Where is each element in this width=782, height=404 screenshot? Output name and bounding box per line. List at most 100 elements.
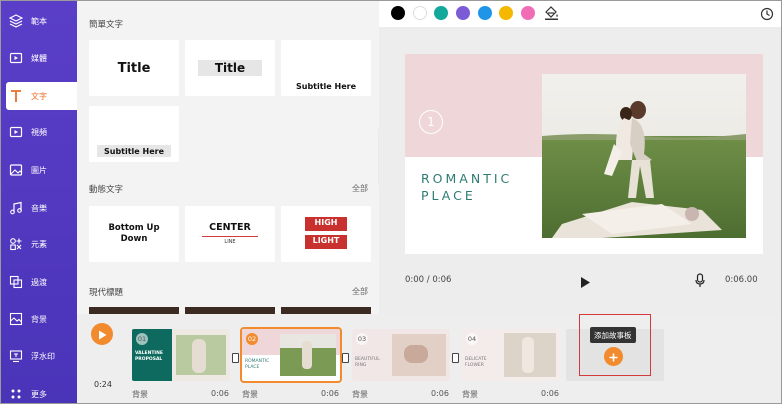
see-all-modern-link[interactable]: 全部	[352, 286, 368, 297]
tile-text: Title	[214, 61, 246, 75]
headline-line: ROMANTIC	[421, 171, 513, 186]
sidebar-item-transitions[interactable]: 過渡	[1, 268, 77, 296]
microphone-icon[interactable]	[695, 273, 705, 292]
modern-tile-preview[interactable]	[185, 307, 275, 314]
text-tile-title-boxed[interactable]: Title	[185, 40, 275, 96]
current-time: 0:00 / 0:06	[405, 275, 452, 285]
clip-duration: 0:06	[321, 389, 339, 398]
sidebar-item-label: 背景	[31, 314, 47, 324]
elements-icon	[5, 237, 27, 251]
anim-tile-highlight[interactable]: HIGH LIGHT	[281, 206, 371, 262]
clip-caption: BEAUTIFUL RING	[355, 357, 380, 368]
plus-icon	[609, 348, 618, 366]
highlight-box	[579, 314, 651, 376]
sidebar-item-elements[interactable]: 元素	[1, 230, 77, 258]
transition-icon	[5, 275, 27, 289]
headline-line: PLACE	[421, 188, 476, 203]
sidebar-item-label: 浮水印	[31, 351, 55, 361]
slide-headline[interactable]: ROMANTIC PLACE	[421, 170, 512, 204]
clip-number: 02	[246, 333, 258, 345]
text-tile-title[interactable]: Title	[89, 40, 179, 96]
preview-stage: 1 ROMANTIC PLACE 0:00 / 0:06 0:06.00	[379, 27, 781, 314]
sidebar-item-label: 元素	[31, 239, 47, 249]
music-note-icon	[5, 201, 27, 215]
slide-canvas[interactable]: 1 ROMANTIC PLACE	[405, 54, 763, 254]
couple-photo[interactable]	[542, 74, 746, 238]
sidebar-item-templates[interactable]: 範本	[1, 7, 77, 35]
see-all-animated-link[interactable]: 全部	[352, 183, 368, 194]
sidebar-item-label: 文字	[31, 91, 47, 101]
watermark-icon	[5, 349, 27, 363]
video-play-icon	[5, 125, 27, 139]
sidebar-item-music[interactable]: 音樂	[1, 194, 77, 222]
text-tile-subtitle-boxed[interactable]: Subtitle Here	[89, 106, 179, 162]
animated-text-heading: 動態文字	[89, 185, 124, 195]
play-icon	[98, 325, 107, 344]
color-swatch-blue[interactable]	[478, 6, 492, 20]
tile-text: Bottom Up Down	[108, 223, 160, 244]
sidebar: 範本 媒體 文字 視頻 圖片 音樂 元素 過渡 背景 浮水印 更多	[1, 1, 77, 403]
sidebar-item-watermark[interactable]: 浮水印	[1, 342, 77, 370]
storyboard-clip-4[interactable]: DELICATE FLOWER 04	[462, 329, 560, 381]
clip-label: 背景	[132, 390, 148, 399]
clip-caption: DELICATE FLOWER	[465, 357, 487, 368]
play-icon[interactable]	[580, 274, 591, 293]
sidebar-item-background[interactable]: 背景	[1, 305, 77, 333]
color-swatch-white[interactable]	[413, 6, 427, 20]
sidebar-item-media[interactable]: 媒體	[1, 44, 77, 72]
tile-text: LIGHT	[312, 236, 340, 245]
text-panel: 簡單文字 Title Title Subtitle Here Subtitle …	[77, 1, 379, 314]
add-storyboard-button[interactable]	[604, 347, 623, 366]
sidebar-item-label: 範本	[31, 16, 47, 26]
color-swatch-purple[interactable]	[456, 6, 470, 20]
anim-tile-center-line[interactable]: CENTER LINE	[185, 206, 275, 262]
sidebar-item-label: 媒體	[31, 53, 47, 63]
sidebar-item-label: 過渡	[31, 277, 47, 287]
color-toolbar	[379, 1, 781, 27]
storyboard-timeline: 0:24 VALENTINE PROPOSAL 01 ROMANTIC PLAC…	[77, 314, 781, 403]
clip-separator[interactable]	[452, 353, 459, 363]
clip-label: 背景	[352, 390, 368, 399]
modern-tile-preview[interactable]	[281, 307, 371, 314]
text-tile-subtitle[interactable]: Subtitle Here	[281, 40, 371, 96]
timeline-play-button[interactable]	[91, 323, 113, 345]
sidebar-item-label: 更多	[31, 389, 47, 399]
clip-separator[interactable]	[342, 353, 349, 363]
sidebar-item-video[interactable]: 視頻	[1, 118, 77, 146]
color-swatch-teal[interactable]	[434, 6, 448, 20]
total-duration: 0:24	[94, 380, 112, 389]
editor-window: 範本 媒體 文字 視頻 圖片 音樂 元素 過渡 背景 浮水印 更多 簡單文字 T…	[0, 0, 782, 404]
sidebar-item-text[interactable]: 文字	[6, 82, 77, 110]
color-swatch-pink[interactable]	[521, 6, 535, 20]
clip-duration: 0:06	[541, 389, 559, 398]
paint-bucket-icon[interactable]	[544, 5, 559, 25]
folder-media-icon	[5, 51, 27, 65]
clock-icon[interactable]	[760, 6, 774, 25]
sidebar-item-label: 圖片	[31, 165, 47, 175]
color-swatch-yellow[interactable]	[499, 6, 513, 20]
layers-icon	[5, 14, 27, 28]
clip-caption: ROMANTIC PLACE	[245, 359, 270, 370]
text-t-icon	[5, 89, 27, 103]
clip-number: 04	[466, 333, 478, 345]
clip-separator[interactable]	[232, 353, 239, 363]
sidebar-item-images[interactable]: 圖片	[1, 156, 77, 184]
tile-text: Subtitle Here	[295, 82, 357, 91]
storyboard-clip-3[interactable]: BEAUTIFUL RING 03	[352, 329, 450, 381]
sidebar-item-more[interactable]: 更多	[1, 380, 77, 403]
clip-duration: 0:06	[431, 389, 449, 398]
storyboard-clip-1[interactable]: VALENTINE PROPOSAL 01	[132, 329, 230, 381]
storyboard-clip-2[interactable]: ROMANTIC PLACE 02	[240, 327, 342, 383]
total-time: 0:06.00	[725, 275, 758, 285]
clip-caption: VALENTINE PROPOSAL	[135, 351, 163, 362]
clip-label: 背景	[242, 390, 258, 399]
anim-tile-bottom-up[interactable]: Bottom Up Down	[89, 206, 179, 262]
color-swatch-black[interactable]	[391, 6, 405, 20]
modern-tile-preview[interactable]	[89, 307, 179, 314]
slide-number: 1	[419, 110, 443, 134]
more-dots-icon	[5, 387, 27, 401]
clip-duration: 0:06	[211, 389, 229, 398]
clip-label: 背景	[462, 390, 478, 399]
clip-number: 01	[136, 333, 148, 345]
background-icon	[5, 312, 27, 326]
